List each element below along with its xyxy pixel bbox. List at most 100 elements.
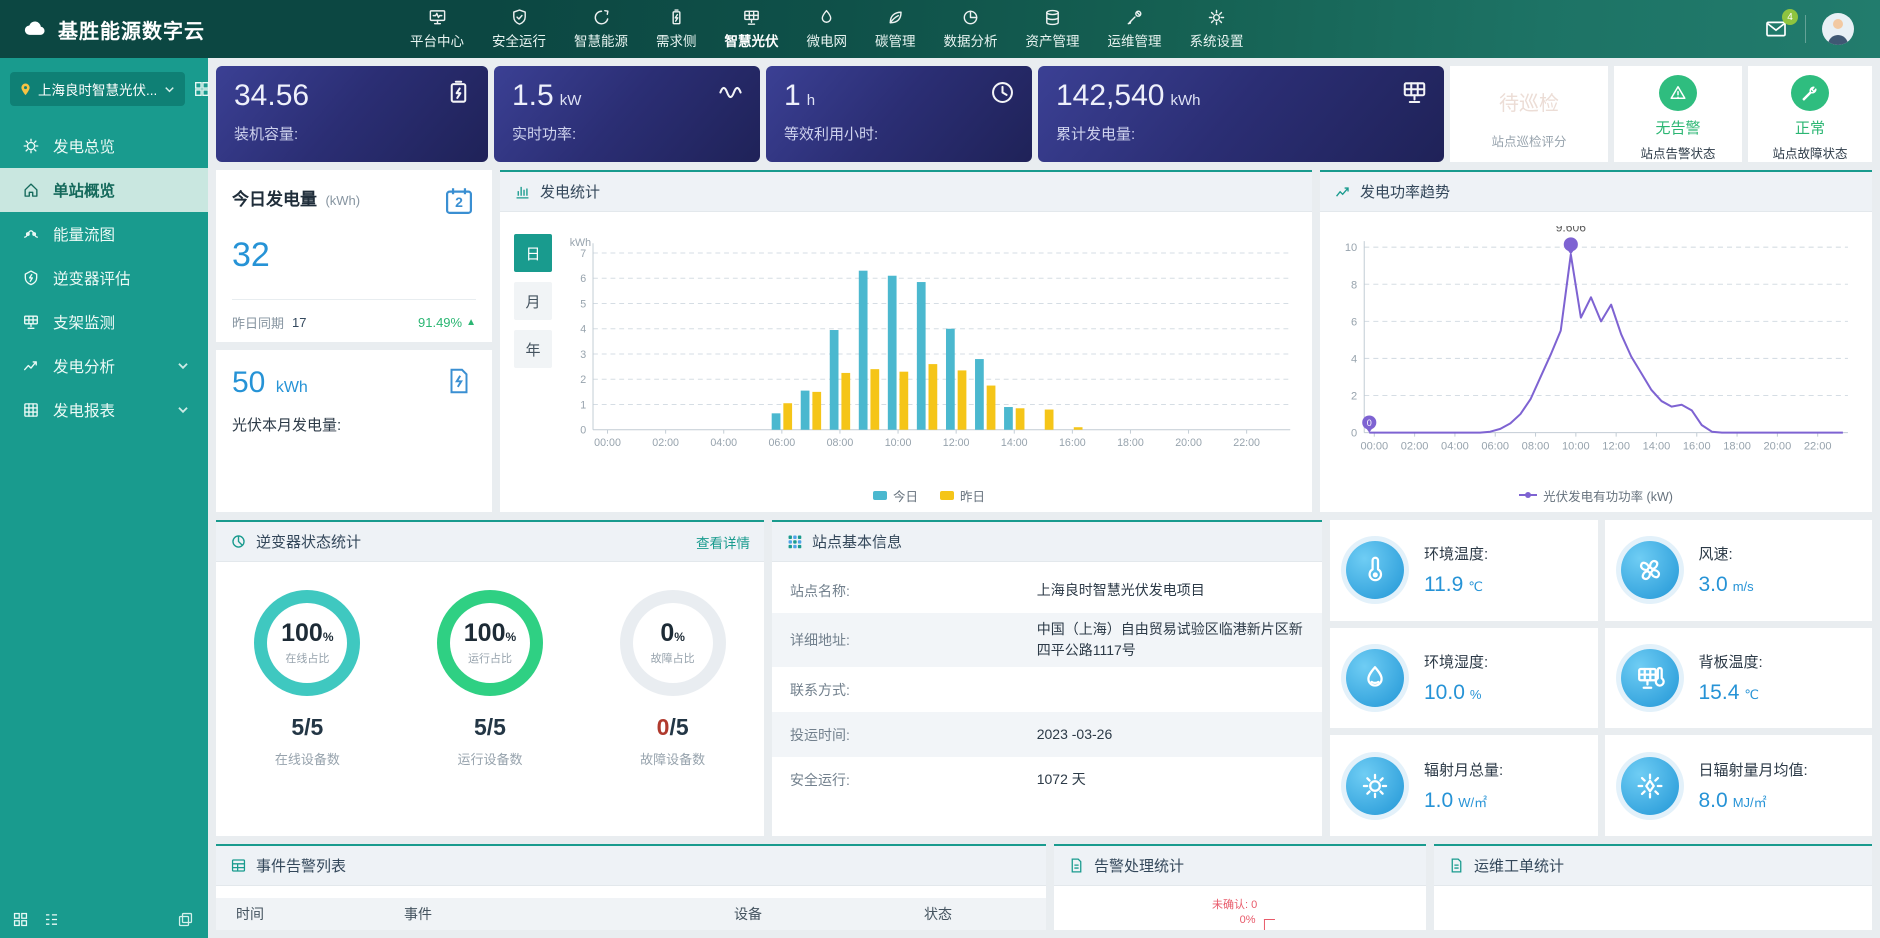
sensor-unit: m/s — [1733, 579, 1754, 594]
svg-text:2: 2 — [580, 374, 586, 386]
tab-日[interactable]: 日 — [514, 234, 552, 272]
mail-button[interactable]: 4 — [1763, 17, 1789, 41]
svg-text:12:00: 12:00 — [1602, 441, 1630, 453]
nav-label: 微电网 — [807, 30, 848, 50]
nav-item-pv[interactable]: 智慧光伏 — [725, 8, 779, 50]
nav-item-asset[interactable]: 资产管理 — [1026, 8, 1080, 50]
month-generation-card: 50 kWh 光伏本月发电量: — [216, 350, 492, 512]
legend-item-今日[interactable]: 今日 — [873, 486, 918, 505]
settings-icon — [1207, 8, 1226, 27]
alarm-annotation: 未确认: 0 0% — [1212, 896, 1257, 926]
alarm-stats-panel: 告警处理统计 未确认: 0 0% — [1054, 844, 1426, 930]
inverter-donuts: 100% 在线占比 5/5 在线设备数 100% 运行占比 5/5 运行设备数 … — [216, 562, 764, 836]
microgrid-icon — [817, 8, 836, 27]
top-nav-menu: 平台中心 安全运行 智慧能源 需求侧 智慧光伏 微电网 碳管理 数据分析 资产管… — [410, 8, 1244, 50]
svg-text:12:00: 12:00 — [943, 437, 970, 449]
legend-item-昨日[interactable]: 昨日 — [940, 486, 985, 505]
sidebar-item-report[interactable]: 发电报表 — [0, 388, 208, 432]
status-circle — [1791, 75, 1829, 111]
svg-text:16:00: 16:00 — [1059, 437, 1086, 449]
panel-title: 逆变器状态统计 — [256, 531, 361, 552]
inverter-donut-在线占比: 100% 在线占比 5/5 在线设备数 — [254, 590, 360, 768]
tree-list-icon[interactable] — [43, 911, 60, 928]
nav-item-platform[interactable]: 平台中心 — [410, 8, 464, 50]
data-icon — [961, 8, 980, 27]
nav-label: 需求侧 — [656, 30, 697, 50]
sidebar-item-inverter[interactable]: 逆变器评估 — [0, 256, 208, 300]
svg-text:08:00: 08:00 — [827, 437, 854, 449]
sidebar-item-label: 发电总览 — [53, 135, 115, 157]
site-info-label: 站点名称: — [790, 581, 918, 601]
station-icon — [22, 181, 40, 199]
station-selector[interactable]: 上海良时智慧光伏... — [10, 72, 185, 106]
svg-text:5: 5 — [580, 298, 586, 310]
site-info-label: 详细地址: — [790, 630, 918, 650]
nav-item-safety[interactable]: 安全运行 — [492, 8, 546, 50]
ops-icon — [1125, 8, 1144, 27]
device-count: 5/5 — [291, 714, 323, 741]
nav-label: 安全运行 — [492, 30, 546, 50]
trend-up-icon — [1334, 183, 1351, 200]
nav-item-carbon[interactable]: 碳管理 — [875, 8, 916, 50]
donut-chart-icon — [230, 533, 247, 550]
sidebar-item-station[interactable]: 单站概览 — [0, 168, 208, 212]
device-count: 0/5 — [657, 714, 689, 741]
window-restore-icon[interactable] — [177, 911, 194, 928]
alarm-unconfirmed-percent: 0% — [1238, 914, 1257, 926]
site-info-row: 站点名称: 上海良时智慧光伏发电项目 — [772, 568, 1322, 613]
kpi-value: 142,540 — [1056, 79, 1164, 112]
station-list-icon[interactable] — [193, 80, 211, 98]
sensor-circle — [1621, 541, 1679, 599]
device-count-label: 在线设备数 — [275, 749, 340, 768]
wrench-icon — [1800, 83, 1820, 103]
sidebar-item-analysis[interactable]: 发电分析 — [0, 344, 208, 388]
table-icon — [230, 857, 247, 874]
nav-label: 智慧能源 — [574, 30, 628, 50]
sidebar-item-label: 逆变器评估 — [53, 267, 131, 289]
generation-legend: 今日 昨日 — [560, 482, 1298, 508]
power-trend-legend: 光伏发电有功功率 (kW) — [1334, 482, 1858, 508]
nav-item-settings[interactable]: 系统设置 — [1190, 8, 1244, 50]
tab-月[interactable]: 月 — [514, 282, 552, 320]
collapse-grid-icon[interactable] — [12, 911, 29, 928]
tab-年[interactable]: 年 — [514, 330, 552, 368]
humidity-icon — [1360, 663, 1390, 693]
nav-item-microgrid[interactable]: 微电网 — [807, 8, 848, 50]
sidebar-item-overview[interactable]: 发电总览 — [0, 124, 208, 168]
sensor-circle — [1346, 541, 1404, 599]
up-arrow-icon: ▲ — [466, 317, 476, 328]
nav-item-energy[interactable]: 智慧能源 — [574, 8, 628, 50]
kpi-value: 1.5 — [512, 79, 554, 112]
donut-percent-label: 在线占比 — [285, 650, 329, 666]
sensor-card-radiation-month: 辐射月总量: 1.0W/㎡ — [1330, 735, 1598, 836]
nav-item-ops[interactable]: 运维管理 — [1108, 8, 1162, 50]
sensor-label: 辐射月总量: — [1424, 759, 1503, 780]
inverter-status-panel: 逆变器状态统计 查看详情 100% 在线占比 5/5 在线设备数 100% 运行… — [216, 520, 764, 836]
user-avatar[interactable] — [1822, 13, 1854, 45]
device-count: 5/5 — [474, 714, 506, 741]
nav-item-data[interactable]: 数据分析 — [944, 8, 998, 50]
svg-text:0: 0 — [580, 425, 586, 437]
power-trend-line-chart: 024681000:0002:0004:0006:0008:0010:0012:… — [1334, 226, 1858, 482]
sensor-value: 15.4℃ — [1699, 681, 1763, 705]
sidebar-item-bracket[interactable]: 支架监测 — [0, 300, 208, 344]
svg-text:02:00: 02:00 — [1401, 441, 1429, 453]
nav-item-demand[interactable]: 需求侧 — [656, 8, 697, 50]
status-title: 无告警 — [1655, 117, 1700, 138]
compare-value: 17 — [292, 315, 306, 330]
document-bolt-icon — [444, 366, 474, 396]
legend-item-power[interactable]: 光伏发电有功功率 (kW) — [1519, 486, 1673, 505]
status-circle — [1659, 75, 1697, 111]
site-info-value: 1072 天 — [1037, 769, 1304, 790]
overview-icon — [22, 137, 40, 155]
fan-icon — [1635, 555, 1665, 585]
donut-percent-label: 故障占比 — [651, 650, 695, 666]
nav-label: 碳管理 — [875, 30, 916, 50]
svg-text:2: 2 — [1351, 391, 1357, 403]
cloud-logo-icon — [22, 16, 48, 42]
sidebar-item-energyflow[interactable]: 能量流图 — [0, 212, 208, 256]
view-details-link[interactable]: 查看详情 — [696, 532, 750, 552]
sensor-card-humidity: 环境湿度: 10.0% — [1330, 628, 1598, 729]
events-column-事件: 事件 — [404, 904, 734, 924]
nav-label: 数据分析 — [944, 30, 998, 50]
